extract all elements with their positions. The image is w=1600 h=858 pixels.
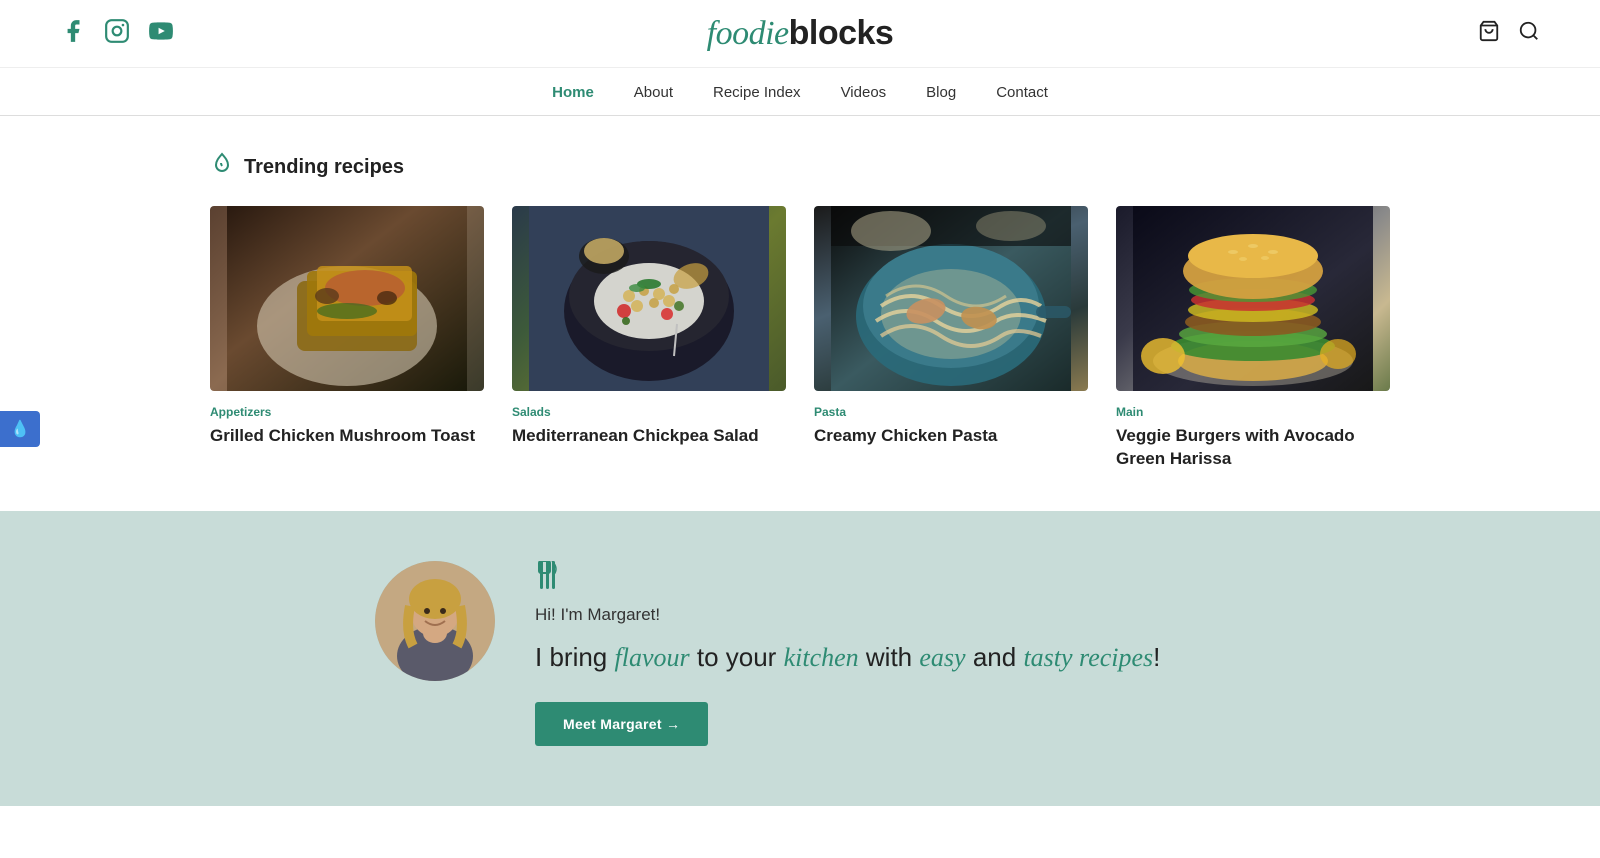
recipe-card-1[interactable]: Appetizers Grilled Chicken Mushroom Toas… bbox=[210, 206, 484, 471]
tagline-plain-1: I bring bbox=[535, 642, 607, 672]
trending-icon bbox=[210, 152, 234, 182]
recipe-category-2: Salads bbox=[512, 405, 786, 419]
nav-item-contact[interactable]: Contact bbox=[996, 84, 1048, 101]
about-content: Hi! I'm Margaret! I bring flavour to you… bbox=[535, 561, 1225, 746]
cutlery-icon bbox=[535, 561, 1225, 595]
recipe-image-2 bbox=[512, 206, 786, 391]
recipe-card-3[interactable]: Pasta Creamy Chicken Pasta bbox=[814, 206, 1088, 471]
logo-foodie: foodie bbox=[707, 15, 789, 52]
social-links bbox=[60, 18, 174, 49]
tagline-italic-1: flavour bbox=[615, 643, 690, 672]
recipe-name-3: Creamy Chicken Pasta bbox=[814, 425, 1088, 448]
nav-item-blog[interactable]: Blog bbox=[926, 84, 956, 101]
main-nav: Home About Recipe Index Videos Blog Cont… bbox=[0, 68, 1600, 116]
trending-title: Trending recipes bbox=[244, 156, 404, 179]
recipe-image-1 bbox=[210, 206, 484, 391]
tagline-italic-4: tasty recipes bbox=[1023, 643, 1153, 672]
recipe-card-2[interactable]: Salads Mediterranean Chickpea Salad bbox=[512, 206, 786, 471]
about-section: Hi! I'm Margaret! I bring flavour to you… bbox=[0, 511, 1600, 806]
meet-margaret-button[interactable]: Meet Margaret → bbox=[535, 702, 708, 746]
about-greeting: Hi! I'm Margaret! bbox=[535, 605, 1225, 625]
cart-icon[interactable] bbox=[1478, 20, 1500, 48]
trending-section: Trending recipes bbox=[150, 116, 1450, 511]
nav-item-videos[interactable]: Videos bbox=[841, 84, 887, 101]
tagline-plain-3: with bbox=[866, 642, 912, 672]
sidebar-widget-icon: 💧 bbox=[10, 421, 30, 438]
nav-item-home[interactable]: Home bbox=[552, 84, 594, 101]
sidebar-widget[interactable]: 💧 bbox=[0, 411, 40, 447]
recipe-image-4 bbox=[1116, 206, 1390, 391]
recipe-name-2: Mediterranean Chickpea Salad bbox=[512, 425, 786, 448]
recipe-category-4: Main bbox=[1116, 405, 1390, 419]
recipe-grid: Appetizers Grilled Chicken Mushroom Toas… bbox=[210, 206, 1390, 471]
nav-item-recipe-index[interactable]: Recipe Index bbox=[713, 84, 801, 101]
recipe-name-4: Veggie Burgers with Avocado Green Hariss… bbox=[1116, 425, 1390, 471]
trending-header: Trending recipes bbox=[210, 152, 1390, 182]
header: foodieblocks bbox=[0, 0, 1600, 68]
tagline-end: ! bbox=[1153, 642, 1160, 672]
instagram-icon[interactable] bbox=[104, 18, 130, 49]
tagline-italic-2: kitchen bbox=[784, 643, 859, 672]
search-icon[interactable] bbox=[1518, 20, 1540, 48]
avatar bbox=[375, 561, 495, 681]
tagline-italic-3: easy bbox=[919, 643, 965, 672]
nav-item-about[interactable]: About bbox=[634, 84, 673, 101]
recipe-card-4[interactable]: Main Veggie Burgers with Avocado Green H… bbox=[1116, 206, 1390, 471]
recipe-image-3 bbox=[814, 206, 1088, 391]
recipe-category-3: Pasta bbox=[814, 405, 1088, 419]
tagline-plain-4: and bbox=[973, 642, 1016, 672]
youtube-icon[interactable] bbox=[148, 18, 174, 49]
about-tagline: I bring flavour to your kitchen with eas… bbox=[535, 639, 1225, 676]
header-actions bbox=[1478, 20, 1540, 48]
recipe-category-1: Appetizers bbox=[210, 405, 484, 419]
site-logo[interactable]: foodieblocks bbox=[707, 14, 894, 53]
recipe-name-1: Grilled Chicken Mushroom Toast bbox=[210, 425, 484, 448]
logo-blocks: blocks bbox=[789, 14, 894, 52]
tagline-plain-2: to your bbox=[697, 642, 777, 672]
facebook-icon[interactable] bbox=[60, 18, 86, 49]
